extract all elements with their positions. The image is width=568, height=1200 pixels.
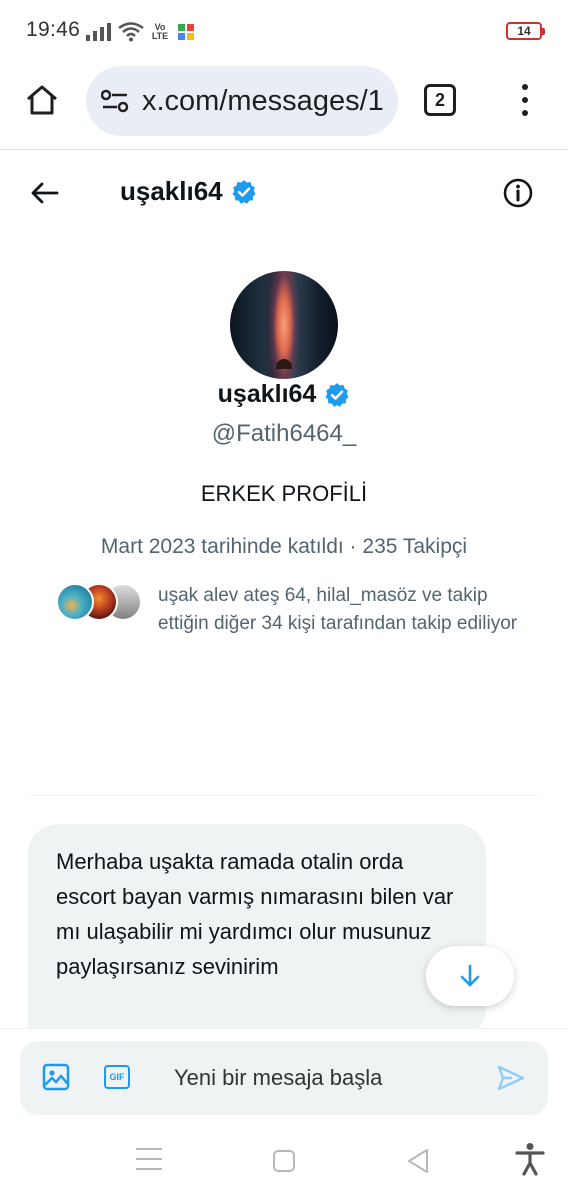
verified-badge-icon (232, 179, 256, 204)
composer-bar: GIF (0, 1028, 568, 1128)
wifi-icon (118, 22, 144, 42)
browser-toolbar: x.com/messages/1 2 (0, 64, 568, 150)
more-menu-button[interactable] (514, 80, 536, 120)
home-button[interactable] (22, 80, 62, 120)
recents-icon (136, 1148, 162, 1150)
tab-count: 2 (434, 89, 445, 110)
profile-avatar[interactable] (230, 271, 338, 379)
message-composer: GIF (20, 1041, 548, 1115)
signal-icon (86, 23, 111, 41)
arrow-down-icon (460, 964, 480, 987)
conversation-info-button[interactable] (502, 177, 534, 209)
home-icon (27, 85, 57, 115)
conversation-title-text: uşaklı64 (120, 176, 223, 206)
avatar (56, 583, 94, 621)
system-nav-bar (0, 1128, 568, 1200)
profile-bio: ERKEK PROFİLİ (200, 481, 368, 506)
profile-handle[interactable]: @Fatih6464_ (0, 420, 568, 448)
address-bar[interactable]: x.com/messages/1 (86, 66, 398, 136)
back-button[interactable] (28, 176, 62, 210)
image-icon[interactable] (42, 1063, 70, 1091)
divider (28, 795, 540, 796)
status-bar: 19:46 Vo LTE 14 (0, 0, 568, 64)
message-bubble[interactable]: Merhaba uşakta ramada otalin orda escort… (28, 824, 486, 1038)
more-vertical-icon (522, 84, 528, 90)
gif-button[interactable]: GIF (104, 1065, 130, 1089)
status-icons: Vo LTE (86, 18, 196, 46)
status-time: 19:46 (26, 18, 81, 41)
battery-indicator: 14 (506, 22, 545, 40)
nav-home-button[interactable] (273, 1150, 295, 1172)
url-text[interactable]: x.com/messages/1 (142, 85, 384, 118)
site-settings-button[interactable] (100, 86, 130, 116)
conversation-title[interactable]: uşaklı64 (120, 176, 257, 207)
scroll-to-bottom-button[interactable] (426, 946, 514, 1006)
profile-meta: Mart 2023 tarihinde katıldı · 235 Takipç… (100, 535, 468, 558)
info-icon (503, 178, 533, 208)
gif-icon: GIF (109, 1072, 125, 1082)
accessibility-icon[interactable] (514, 1142, 546, 1176)
site-settings-icon (101, 89, 129, 113)
profile-name-text: uşaklı64 (217, 380, 317, 408)
message-text: Merhaba uşakta ramada otalin orda escort… (56, 849, 454, 979)
profile-name[interactable]: uşaklı64 (0, 380, 568, 409)
message-input[interactable] (174, 1055, 474, 1101)
verified-badge-icon (325, 382, 349, 407)
conversation-header: uşaklı64 (0, 150, 568, 236)
nav-back-icon[interactable] (406, 1148, 430, 1174)
recents-button[interactable] (136, 1148, 162, 1170)
tabs-button[interactable]: 2 (424, 84, 456, 116)
volte-indicator: Vo LTE (151, 22, 169, 41)
followed-by-avatars[interactable] (56, 583, 142, 623)
followed-by-text[interactable]: uşak alev ateş 64, hilal_masöz ve takip … (158, 582, 518, 638)
app-notification-icon (178, 24, 194, 40)
battery-level: 14 (517, 24, 531, 38)
arrow-left-icon (31, 182, 59, 204)
send-icon[interactable] (496, 1063, 526, 1093)
